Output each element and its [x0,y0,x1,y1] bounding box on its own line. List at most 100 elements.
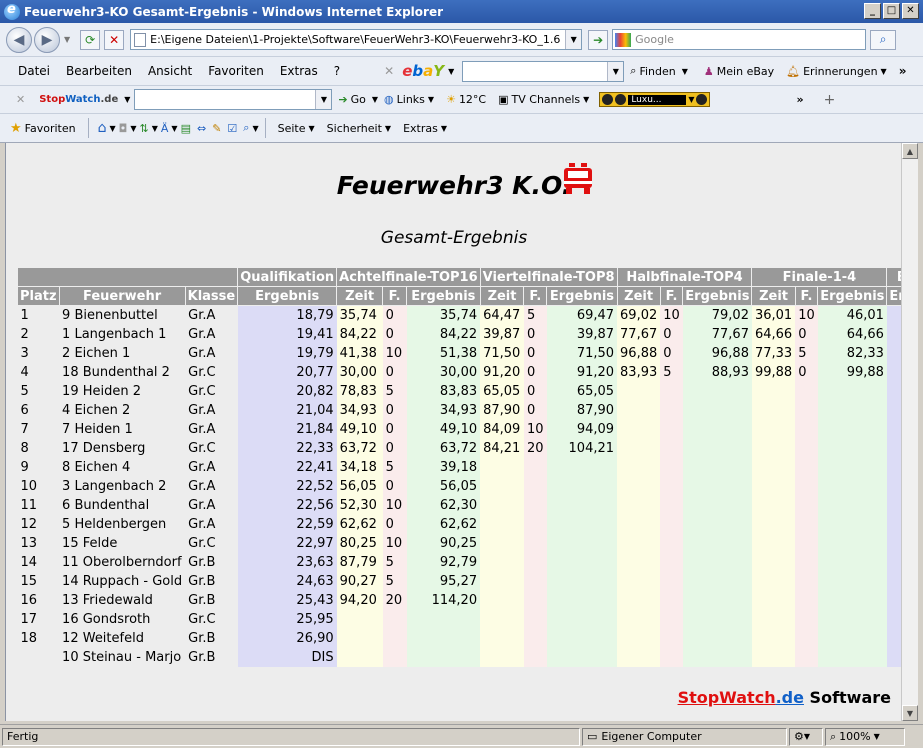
menu-ansicht[interactable]: Ansicht [140,64,200,78]
ebay-logo[interactable]: ebaY [402,62,444,80]
stopwatch-logo[interactable]: StopWatch.de [39,94,118,105]
finale-zeit-cell: 99,88 [751,362,796,382]
sicherheit-menu[interactable]: Sicherheit ▼ [321,122,397,135]
stop-button[interactable]: ✕ [104,29,125,50]
zoom-dropdown-icon[interactable]: ▼ [252,124,258,133]
finale-zeit-cell [751,571,796,591]
achtelfinale-zeit-cell: 94,20 [336,590,383,610]
zoom-pane[interactable]: ⌕ 100% ▼ [825,727,905,746]
play-icon[interactable] [615,94,627,105]
halbfinale-fehler-cell [660,457,683,477]
seite-menu[interactable]: Seite ▼ [272,122,321,135]
prev-icon[interactable] [602,94,614,105]
research-icon[interactable]: ⇅ [137,122,152,135]
weather-button[interactable]: ☀ 12°C [440,93,492,106]
scroll-down-icon[interactable]: ▼ [902,705,918,721]
media-player[interactable]: Luxu... ▼ [599,92,711,107]
viertelfinale-fehler-cell: 0 [523,324,547,344]
finale-fehler-cell [795,400,818,420]
extras-menu[interactable]: Extras ▼ [397,122,453,135]
note-icon[interactable]: ✎ [209,122,224,135]
viertelfinale-ergebnis-cell: 39,87 [546,324,618,344]
rss-icon[interactable]: ◘ [116,122,131,135]
scroll-up-icon[interactable]: ▲ [902,143,918,159]
more-chevron-icon[interactable]: » [796,93,803,106]
finale-ergebnis-cell: 46,01 [817,305,887,325]
stopwatch-toolbar: ✕ StopWatch.de ▼ ▼ ➔ Go ▼ ◍ Links ▼ ☀ 12°C ▣… [0,85,923,113]
zoom-icon[interactable]: ⌕ [240,121,252,135]
finden-button[interactable]: ⌕ Finden [624,64,681,78]
finale-fehler-cell [795,609,818,629]
stopwatch-dropdown-icon[interactable]: ▼ [124,95,130,104]
qualifikation-cell: 22,97 [237,533,337,553]
menu-extras[interactable]: Extras [272,64,326,78]
station-dropdown-icon[interactable]: ▼ [688,95,694,104]
stopwatch-link[interactable]: StopWatch [678,688,776,707]
halbfinale-zeit-cell [617,438,661,458]
tv-channels-button[interactable]: ▣ TV Channels ▼ [492,93,595,106]
status-bar: Fertig ▭ Eigener Computer ⚙ ▼ ⌕ 100% ▼ [0,724,923,748]
viertelfinale-zeit-cell [480,476,524,496]
achtelfinale-ergebnis-cell: 63,72 [406,438,481,458]
go-button[interactable]: ➔ Go [332,93,371,106]
history-dropdown-icon[interactable]: ▼ [64,35,70,44]
viertelfinale-fehler-cell [523,647,547,667]
close-button[interactable]: ✕ [902,3,919,19]
vertical-scrollbar[interactable]: ▲ ▼ [901,143,918,721]
achtelfinale-ergebnis-cell [406,628,481,648]
achtelfinale-ergebnis-cell [406,647,481,667]
maximize-button[interactable]: □ [883,3,900,19]
ebay-search-input[interactable]: ▼ [462,60,625,82]
close-toolbar-icon[interactable]: ✕ [16,93,25,106]
halbfinale-zeit-cell [617,571,661,591]
minimize-button[interactable]: _ [864,3,881,19]
feuerwehr-cell: 15 Felde [62,535,118,551]
menu-datei[interactable]: Datei [10,64,58,78]
finale-fehler-cell [795,590,818,610]
home-icon[interactable]: ⌂ [95,120,110,136]
add-toolbar-icon[interactable]: + [824,92,836,108]
erinnerungen-button[interactable]: 🔔︎ Erinnerungen ▼ [780,65,893,78]
stopwatch-search-dropdown-icon[interactable]: ▼ [315,90,332,109]
menu-help[interactable]: ? [326,64,348,78]
qualifikation-cell: 25,95 [237,609,337,629]
more-chevron-icon[interactable]: » [899,64,907,78]
ebay-search-dropdown-icon[interactable]: ▼ [607,61,624,81]
favoriten-button[interactable]: ★ Favoriten [4,121,82,136]
window-titlebar: Feuerwehr3-KO Gesamt-Ergebnis - Windows … [0,0,923,23]
address-dropdown-icon[interactable]: ▼ [565,30,582,49]
viertelfinale-fehler-cell: 20 [523,438,547,458]
clipboard-icon[interactable]: ☑ [224,122,240,135]
refresh-button[interactable]: ⟳ [80,29,101,50]
search-input[interactable]: Google [612,29,867,50]
ebay-dropdown-icon[interactable]: ▼ [448,67,454,76]
security-pane[interactable]: ⚙ ▼ [789,727,823,746]
back-button[interactable]: ◀ [6,26,32,53]
address-field[interactable]: E:\Eigene Dateien\1-Projekte\Software\Fe… [130,29,583,50]
translate-icon[interactable]: Ä [158,122,172,135]
stopwatch-search-input[interactable]: ▼ [134,89,333,110]
forward-button[interactable]: ▶ [34,26,60,53]
ergebnis-header: Ergebnis [546,286,618,306]
achtelfinale-ergebnis-cell: 92,79 [406,552,481,572]
mein-ebay-button[interactable]: ♟ Mein eBay [698,65,780,78]
halbfinale-zeit-cell: 69,02 [617,305,661,325]
halbfinale-header: Halbfinale-TOP4 [616,267,753,287]
go-arrow-button[interactable]: ➔ [588,29,609,50]
links-button[interactable]: ◍ Links ▼ [378,93,440,106]
achtelfinale-fehler-cell: 10 [382,533,407,553]
viertelfinale-zeit-cell: 39,87 [480,324,524,344]
window-icon[interactable]: ▤ [178,122,194,135]
search-button[interactable]: ⌕ [870,29,897,50]
menu-favoriten[interactable]: Favoriten [200,64,272,78]
link-icon[interactable]: ⇔ [194,122,209,135]
stop-media-icon[interactable] [696,94,708,105]
menu-bearbeiten[interactable]: Bearbeiten [58,64,140,78]
close-toolbar-icon[interactable]: ✕ [384,64,394,78]
klasse-cell: Gr.A [188,402,216,418]
finden-dropdown-icon[interactable]: ▼ [682,67,688,76]
qualifikation-cell: 24,63 [237,571,337,591]
finale-ergebnis-cell: 82,33 [817,343,887,363]
stopwatch-domain-link[interactable]: .de [776,688,804,707]
achtelfinale-fehler-cell: 0 [382,514,407,534]
